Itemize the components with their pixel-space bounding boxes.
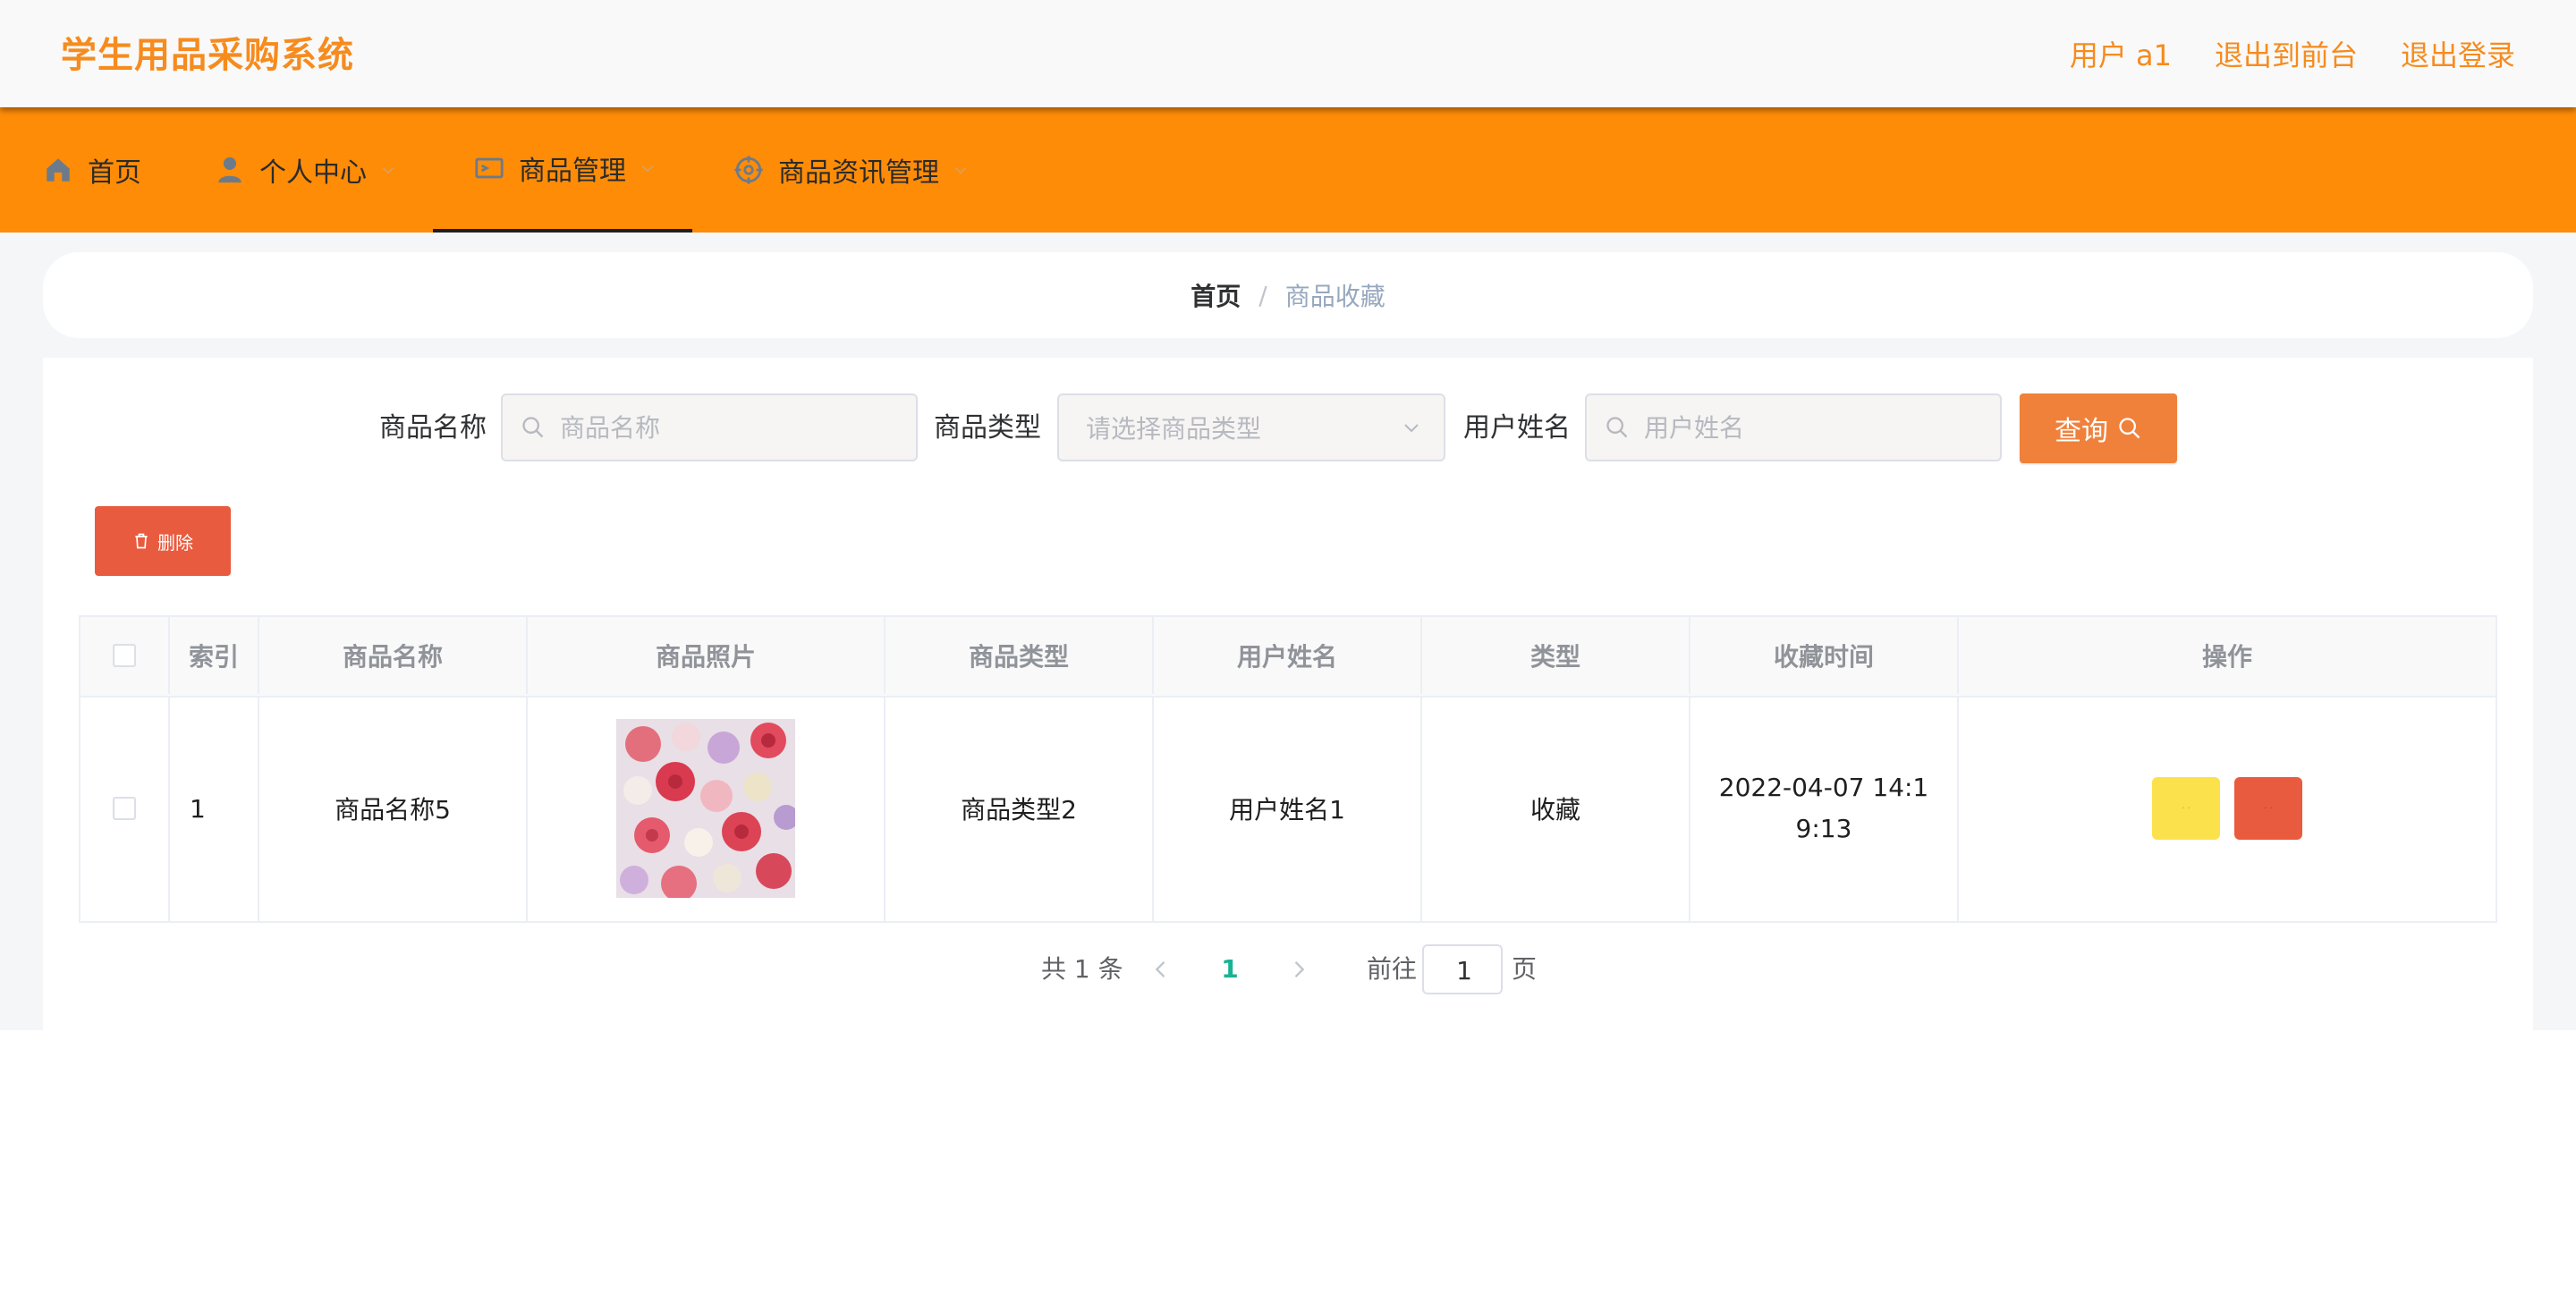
row-product-name: 商品名称5 [259, 696, 528, 921]
pagination-total: 共 1 条 [1041, 954, 1123, 984]
nav-item-news-management[interactable]: 商品资讯管理 [733, 107, 970, 233]
header-links: 用户 a1 退出到前台 退出登录 [2070, 29, 2515, 82]
product-type-label: 商品类型 [934, 412, 1041, 444]
user-icon [215, 155, 245, 185]
page-suffix: 页 [1512, 954, 1538, 984]
search-icon [521, 415, 546, 440]
chevron-down-icon [1401, 417, 1422, 438]
breadcrumb-separator: / [1258, 280, 1267, 310]
logout-link[interactable]: 退出登录 [2401, 29, 2515, 82]
row-edit-button[interactable]: · · [2152, 777, 2220, 840]
batch-delete-label: 删除 [157, 531, 193, 554]
column-header: 操作 [2201, 642, 2252, 672]
favorites-table: 索引 商品名称 商品照片 商品类型 用户姓名 类型 收藏时间 操作 1 商品名称… [79, 615, 2497, 923]
product-name-label: 商品名称 [379, 412, 487, 444]
column-header: 收藏时间 [1690, 617, 1959, 694]
row-favorite-time: 2022-04-07 14:19:13 [1690, 696, 1959, 921]
breadcrumb: 首页 / 商品收藏 [43, 252, 2533, 338]
user-name-label: 用户姓名 [1463, 412, 1571, 444]
app-title: 学生用品采购系统 [61, 35, 354, 76]
product-name-field[interactable] [501, 393, 918, 461]
nav-item-label: 首页 [88, 157, 141, 189]
next-page-icon[interactable] [1286, 957, 1311, 982]
home-icon [43, 155, 73, 185]
search-icon [1605, 415, 1630, 440]
chevron-down-icon [952, 161, 970, 179]
select-all-checkbox[interactable] [113, 644, 136, 667]
breadcrumb-home[interactable]: 首页 [1191, 277, 1241, 313]
search-icon [2117, 416, 2142, 441]
goto-page-input[interactable] [1424, 946, 1504, 994]
select-all-cell [80, 617, 170, 694]
product-type-placeholder: 请选择商品类型 [1086, 414, 1262, 444]
nav-item-label: 个人中心 [259, 157, 367, 189]
chevron-down-icon [639, 159, 657, 177]
row-index: 1 [170, 696, 259, 921]
column-header: 商品类型 [886, 617, 1154, 694]
row-checkbox[interactable] [113, 797, 136, 820]
row-user-name: 用户姓名1 [1154, 696, 1422, 921]
query-button[interactable]: 查询 [2020, 393, 2177, 463]
column-header: 商品名称 [259, 617, 528, 694]
row-product-photo-cell [528, 696, 886, 921]
breadcrumb-current: 商品收藏 [1284, 282, 1385, 311]
row-delete-button[interactable]: · · [2234, 777, 2302, 840]
column-header: 商品照片 [528, 617, 886, 694]
pagination: 共 1 条 1 前往 页 [0, 944, 2576, 994]
goto-label: 前往 [1367, 954, 1418, 984]
table-header: 索引 商品名称 商品照片 商品类型 用户姓名 类型 收藏时间 操作 [80, 617, 2496, 698]
product-photo [616, 719, 795, 898]
table-row: 1 商品名称5 商品类型2 用户姓名1 收藏 2022-04-07 14:19:… [80, 696, 2496, 921]
product-icon [474, 153, 504, 183]
column-header: 索引 [170, 617, 259, 694]
row-select-cell [80, 696, 170, 921]
user-name-field[interactable] [1585, 393, 2002, 461]
trash-icon [132, 532, 150, 550]
top-header: 学生用品采购系统 用户 a1 退出到前台 退出登录 [0, 0, 2576, 107]
column-header: 用户姓名 [1154, 617, 1422, 694]
current-user-link[interactable]: 用户 a1 [2070, 29, 2172, 82]
row-type: 收藏 [1422, 696, 1690, 921]
user-name-input[interactable] [1642, 411, 2000, 444]
prev-page-icon[interactable] [1148, 957, 1174, 982]
goto-page-field[interactable] [1422, 944, 1504, 994]
nav-item-label: 商品资讯管理 [778, 157, 939, 189]
news-icon [733, 155, 764, 185]
page-number-current[interactable]: 1 [1215, 944, 1245, 994]
main-nav: 首页 个人中心 商品管理 商品资讯管理 [0, 107, 2576, 233]
column-header: 类型 [1422, 617, 1690, 694]
batch-delete-button[interactable]: 删除 [95, 506, 231, 576]
query-button-label: 查询 [2055, 416, 2108, 447]
product-name-input[interactable] [558, 411, 916, 444]
nav-item-label: 商品管理 [519, 156, 626, 187]
nav-item-home[interactable]: 首页 [43, 107, 141, 233]
product-type-select[interactable]: 请选择商品类型 [1057, 393, 1445, 461]
nav-item-product-management[interactable]: 商品管理 [433, 107, 692, 233]
nav-item-personal-center[interactable]: 个人中心 [215, 107, 397, 233]
row-product-type: 商品类型2 [886, 696, 1154, 921]
back-to-front-link[interactable]: 退出到前台 [2215, 29, 2358, 82]
chevron-down-icon [379, 161, 397, 179]
row-actions: · · · · [1959, 696, 2496, 921]
